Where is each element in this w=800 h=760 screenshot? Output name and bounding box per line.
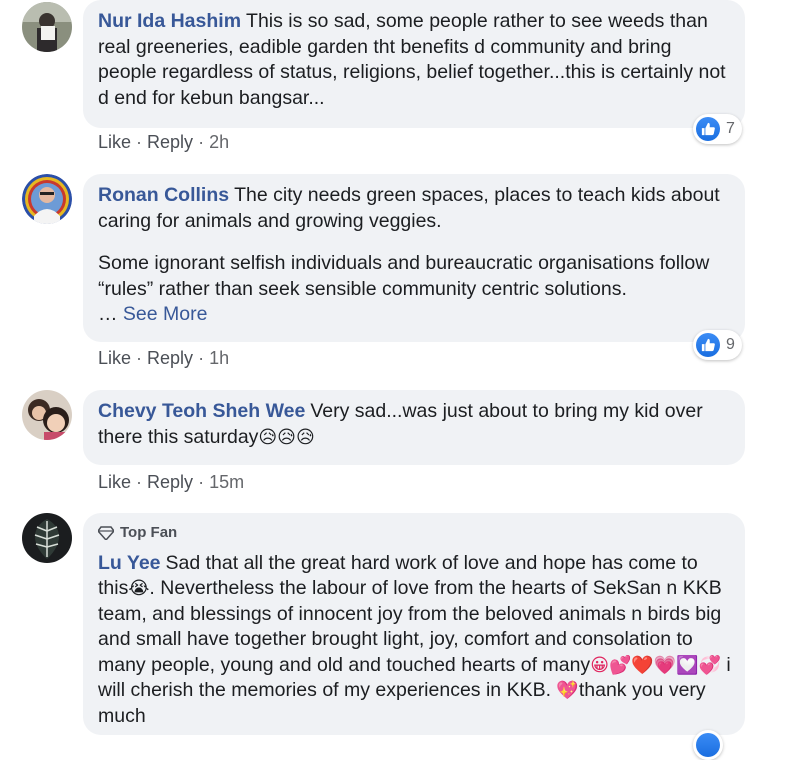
person-avatar-icon [22,390,72,440]
separator: · [131,132,148,152]
timestamp[interactable]: 2h [209,132,229,152]
like-link[interactable]: Like [98,472,131,492]
like-icon [696,333,720,357]
comment-text-2: Some ignorant selfish individuals and bu… [98,252,710,300]
comment-author[interactable]: Lu Yee [98,552,161,574]
reply-link[interactable]: Reply [147,348,193,368]
sparkling-heart-icon: 💖 [556,680,579,701]
reaction-count[interactable]: 7 [693,114,742,144]
separator: · [131,348,148,368]
separator: · [193,472,210,492]
avatar-chevy-teoh-sheh-wee[interactable] [22,390,72,440]
crying-emoji-icon: 😭 [128,578,150,599]
reaction-count-value: 7 [726,120,735,137]
comment-author[interactable]: Nur Ida Hashim [98,10,241,32]
like-link[interactable]: Like [98,132,131,152]
like-link[interactable]: Like [98,348,131,368]
reaction-count-value: 9 [726,336,735,353]
leaf-avatar-icon [22,513,72,563]
comment-actions: Like · Reply · 1h [98,347,229,369]
like-icon [696,733,720,757]
comment-bubble: Nur Ida Hashim This is so sad, some peopl… [83,0,745,128]
timestamp[interactable]: 15m [209,472,244,492]
reply-link[interactable]: Reply [147,132,193,152]
person-avatar-icon [22,2,72,52]
heart-emojis-icon: 😀💕❤️💗💟💞 [590,654,722,676]
comment-actions: Like · Reply · 15m [98,471,244,493]
top-fan-label: Top Fan [120,524,178,541]
separator: · [193,132,210,152]
avatar-ronan-collins[interactable] [22,174,72,224]
comment-bubble: Chevy Teoh Sheh Wee Very sad...was just a… [83,390,745,465]
top-fan-badge: Top Fan [98,520,731,546]
comment-author[interactable]: Ronan Collins [98,184,229,206]
sad-emoji-icon: 😥😥😥 [258,426,315,448]
like-icon [696,117,720,141]
comment-bubble: Top Fan Lu Yee Sad that all the great har… [83,513,745,735]
comment-bubble: Ronan Collins The city needs green spaces… [83,174,745,342]
reaction-count[interactable]: 9 [693,330,742,360]
reaction-count[interactable] [693,730,723,760]
comment-actions: Like · Reply · 2h [98,131,229,153]
ellipsis: … [98,303,118,325]
see-more-link[interactable]: See More [123,303,208,325]
comment-author[interactable]: Chevy Teoh Sheh Wee [98,400,305,422]
avatar-nur-ida-hashim[interactable] [22,2,72,52]
person-avatar-icon [22,174,72,224]
avatar-lu-yee[interactable] [22,513,72,563]
timestamp[interactable]: 1h [209,348,229,368]
separator: · [131,472,148,492]
separator: · [193,348,210,368]
reply-link[interactable]: Reply [147,472,193,492]
diamond-icon [98,526,114,540]
